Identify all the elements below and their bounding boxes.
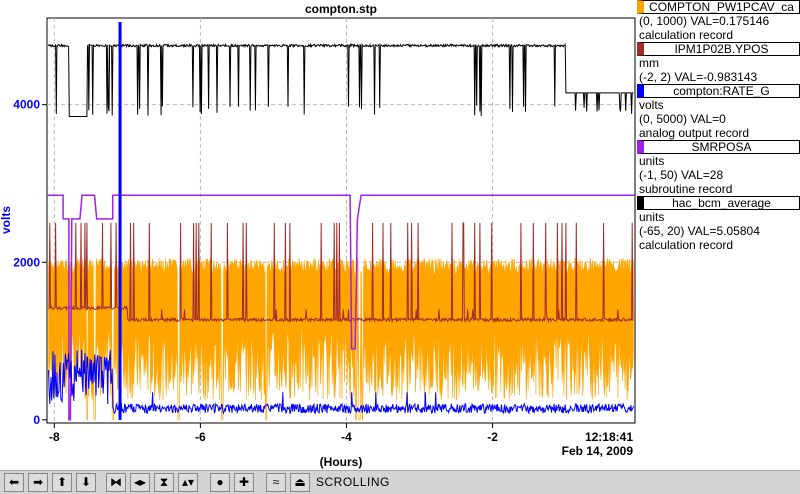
zoom-out-y-icon[interactable]: ▴▾ (178, 473, 198, 492)
x-tick-label: -4 (341, 430, 352, 444)
arrow-left-icon[interactable]: ⬅ (4, 473, 24, 492)
legend-entry[interactable]: compton:RATE_G volts (0, 5000) VAL=0 ana… (637, 84, 800, 140)
legend-series-name: COMPTON_PW1PCAV_ca (649, 0, 794, 14)
y-tick-label: 2000 (13, 255, 40, 269)
arrow-up-icon[interactable]: ⬆ (52, 473, 72, 492)
legend-unit: volts (639, 98, 664, 112)
arrow-down-icon[interactable]: ⬇ (76, 473, 96, 492)
arrow-right-icon[interactable]: ➡ (28, 473, 48, 492)
zoom-in-y-icon[interactable]: ⧗ (154, 473, 174, 492)
legend-record: calculation record (639, 238, 734, 252)
x-tick-label: -2 (487, 430, 498, 444)
legend-range: (-2, 2) VAL=-0.983143 (639, 70, 758, 84)
legend-name-box[interactable]: hac_bcm_average (637, 196, 800, 210)
legend-record: calculation record (639, 28, 734, 42)
legend-entry[interactable]: COMPTON_PW1PCAV_ca (0, 1000) VAL=0.17514… (637, 0, 800, 42)
legend-record: analog output record (639, 126, 750, 140)
legend-record: subroutine record (639, 182, 733, 196)
legend-unit: mm (639, 56, 659, 70)
toolbar: ⬅ ➡ ⬆ ⬇ ⧓ ◂▸ ⧗ ▴▾ ● ✚ ≈ ⏏ SCROLLING (0, 470, 800, 494)
legend-series-name: hac_bcm_average (672, 196, 771, 210)
legend-range: (0, 1000) VAL=0.175146 (639, 14, 770, 28)
legend-name-box[interactable]: IPM1P02B.YPOS (637, 42, 800, 56)
legend-range: (-65, 20) VAL=5.05804 (639, 224, 760, 238)
legend-entry[interactable]: hac_bcm_average units (-65, 20) VAL=5.05… (637, 196, 800, 252)
zoom-in-x-icon[interactable]: ⧓ (106, 473, 126, 492)
x-tick-label: -8 (49, 430, 60, 444)
time-label: 12:18:41 (585, 430, 633, 444)
x-axis-label: (Hours) (320, 455, 363, 469)
legend-name-box[interactable]: SMRPOSA (637, 140, 800, 154)
plus-icon[interactable]: ✚ (234, 473, 254, 492)
zoom-out-x-icon[interactable]: ◂▸ (130, 473, 150, 492)
y-tick-label: 4000 (13, 98, 40, 112)
y-axis-label: volts (0, 206, 13, 234)
legend-unit: units (639, 210, 665, 224)
autoscale-icon[interactable]: ● (210, 473, 230, 492)
legend-series-name: compton:RATE_G (673, 84, 770, 98)
legend-name-box[interactable]: compton:RATE_G (637, 84, 800, 98)
y-tick-label: 0 (33, 413, 40, 427)
legend-entry[interactable]: SMRPOSA units (-1, 50) VAL=28 subroutine… (637, 140, 800, 196)
chart-title: compton.stp (305, 2, 377, 16)
x-tick-label: -6 (195, 430, 206, 444)
scroll-status: SCROLLING (316, 475, 390, 489)
legend-name-box[interactable]: COMPTON_PW1PCAV_ca (637, 0, 800, 14)
waveform-icon[interactable]: ≈ (266, 473, 286, 492)
legend-range: (0, 5000) VAL=0 (639, 112, 726, 126)
legend-series-name: SMRPOSA (691, 140, 752, 154)
legend-series-name: IPM1P02B.YPOS (674, 42, 769, 56)
legend-panel: COMPTON_PW1PCAV_ca (0, 1000) VAL=0.17514… (637, 0, 800, 252)
date-label: Feb 14, 2009 (562, 444, 634, 458)
legend-entry[interactable]: IPM1P02B.YPOS mm (-2, 2) VAL=-0.983143 (637, 42, 800, 84)
legend-unit: units (639, 154, 665, 168)
legend-range: (-1, 50) VAL=28 (639, 168, 724, 182)
print-icon[interactable]: ⏏ (290, 473, 310, 492)
